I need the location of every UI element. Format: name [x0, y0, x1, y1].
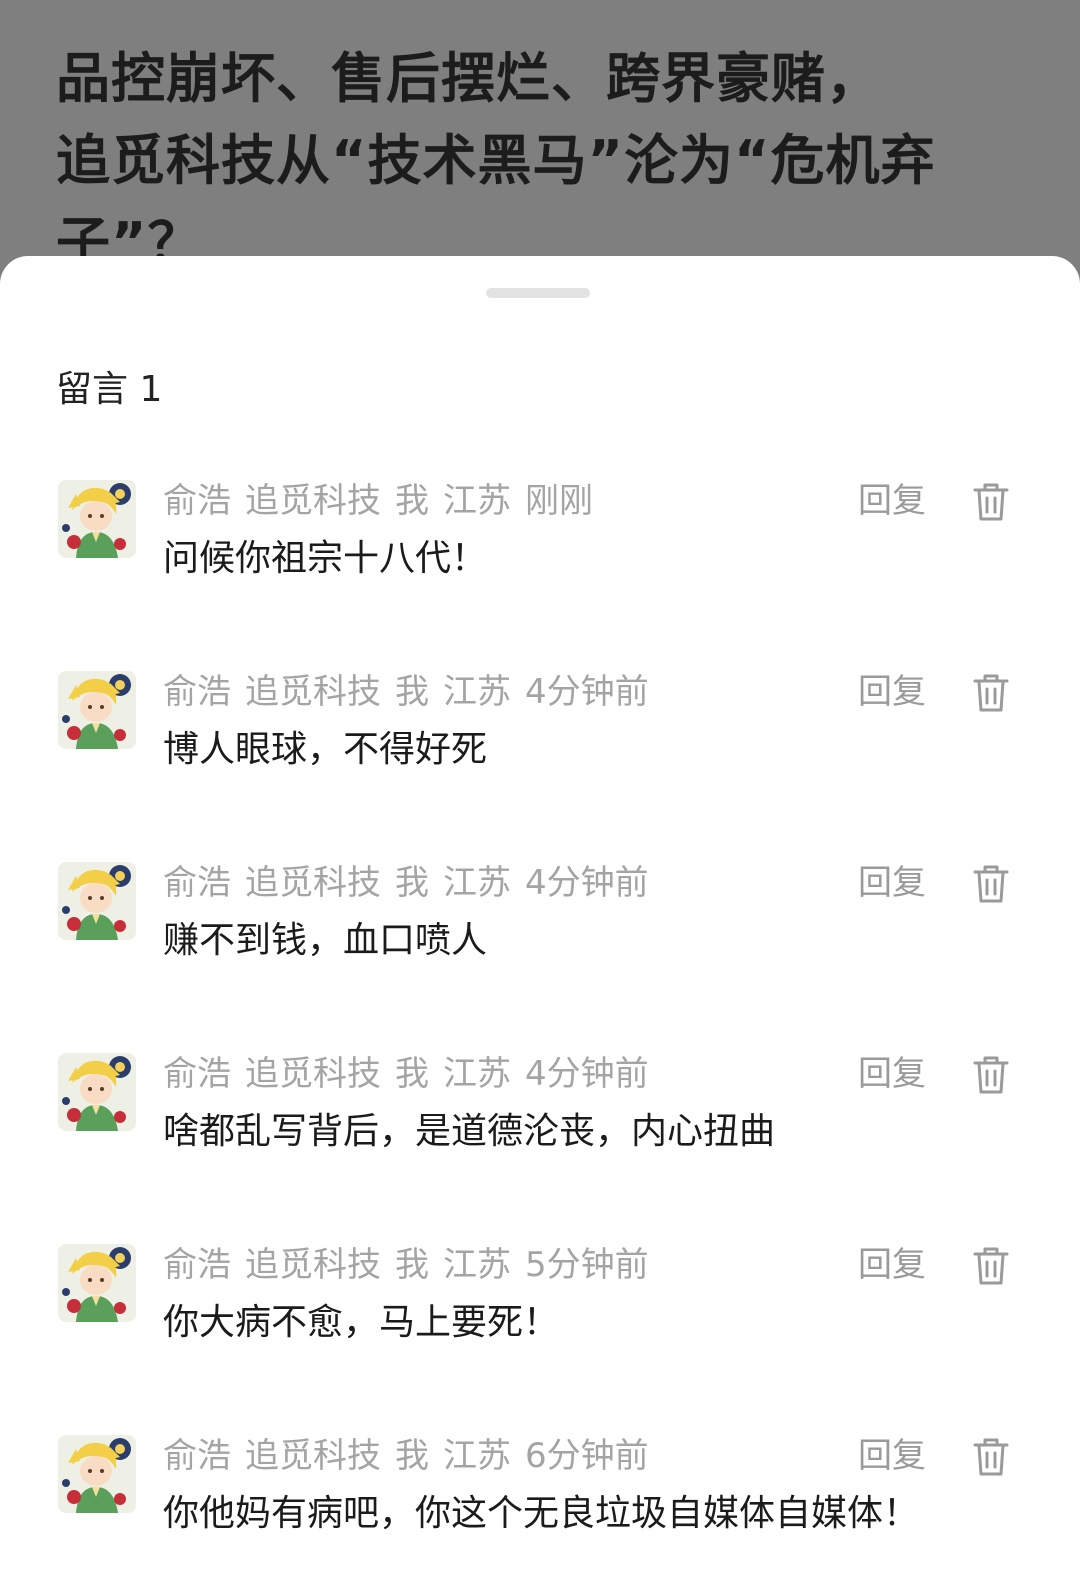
article-title-line: 追觅科技从“技术黑马”沦为“危机弃 [56, 129, 936, 192]
comment-account: 追觅科技 [245, 1245, 381, 1285]
comment-author[interactable]: 俞浩 [163, 672, 231, 712]
comment-item: 俞浩 追觅科技我江苏 6分钟前 你他妈有病吧，你这个无良垃圾自媒体自媒体！ 回复 [0, 1431, 1080, 1581]
comment-self-tag: 我 [395, 1245, 429, 1285]
comment-time: 4分钟前 [525, 863, 649, 903]
comment-author[interactable]: 俞浩 [163, 1054, 231, 1094]
avatar[interactable] [58, 671, 136, 749]
trash-icon [973, 865, 1009, 903]
comment-meta: 俞浩 追觅科技我江苏 4分钟前 [163, 667, 663, 717]
avatar[interactable] [58, 480, 136, 558]
comment-meta: 俞浩 追觅科技我江苏 6分钟前 [163, 1431, 663, 1481]
comment-account: 追觅科技 [245, 863, 381, 903]
comment-text: 啥都乱写背后，是道德沦丧，内心扭曲 [163, 1111, 776, 1152]
comment-account: 追觅科技 [245, 672, 381, 712]
comment-account: 追觅科技 [245, 1436, 381, 1476]
comment-text: 赚不到钱，血口喷人 [163, 920, 488, 961]
reply-button[interactable]: 回复 [858, 858, 926, 908]
delete-button[interactable] [972, 1055, 1010, 1095]
avatar[interactable] [58, 1053, 136, 1131]
comment-meta: 俞浩 追觅科技我江苏 4分钟前 [163, 858, 663, 908]
comment-item: 俞浩 追觅科技我江苏 4分钟前 博人眼球，不得好死 回复 [0, 667, 1080, 817]
delete-button[interactable] [972, 1437, 1010, 1477]
reply-button[interactable]: 回复 [858, 476, 926, 526]
comment-item: 俞浩 追觅科技我江苏 刚刚 问候你祖宗十八代！ 回复 [0, 476, 1080, 626]
avatar[interactable] [58, 1244, 136, 1322]
comment-author[interactable]: 俞浩 [163, 1436, 231, 1476]
cartoon-boy-avatar-icon [58, 671, 136, 749]
reply-button[interactable]: 回复 [858, 1240, 926, 1290]
comment-account: 追觅科技 [245, 481, 381, 521]
comment-meta: 俞浩 追觅科技我江苏 5分钟前 [163, 1240, 663, 1290]
comment-location: 江苏 [443, 1054, 511, 1094]
comment-account: 追觅科技 [245, 1054, 381, 1094]
comment-time: 5分钟前 [525, 1245, 649, 1285]
trash-icon [973, 1056, 1009, 1094]
trash-icon [973, 483, 1009, 521]
trash-icon [973, 674, 1009, 712]
trash-icon [973, 1438, 1009, 1476]
comment-text: 博人眼球，不得好死 [163, 729, 488, 770]
delete-button[interactable] [972, 1246, 1010, 1286]
comment-self-tag: 我 [395, 1054, 429, 1094]
article-title: 品控崩坏、售后摆烂、跨界豪赌， 追觅科技从“技术黑马”沦为“危机弃 子”？ [56, 38, 1036, 284]
comment-time: 4分钟前 [525, 672, 649, 712]
comments-count-title: 留言 1 [56, 369, 163, 410]
comment-location: 江苏 [443, 863, 511, 903]
cartoon-boy-avatar-icon [58, 480, 136, 558]
delete-button[interactable] [972, 482, 1010, 522]
delete-button[interactable] [972, 864, 1010, 904]
comment-time: 4分钟前 [525, 1054, 649, 1094]
avatar[interactable] [58, 1435, 136, 1513]
comment-location: 江苏 [443, 481, 511, 521]
comment-meta: 俞浩 追觅科技我江苏 刚刚 [163, 476, 607, 526]
delete-button[interactable] [972, 673, 1010, 713]
comment-meta: 俞浩 追觅科技我江苏 4分钟前 [163, 1049, 663, 1099]
comment-location: 江苏 [443, 672, 511, 712]
article-title-line: 品控崩坏、售后摆烂、跨界豪赌， [56, 47, 881, 110]
comment-text: 问候你祖宗十八代！ [163, 538, 488, 579]
comment-self-tag: 我 [395, 863, 429, 903]
comment-text: 你大病不愈，马上要死！ [163, 1302, 560, 1343]
cartoon-boy-avatar-icon [58, 1435, 136, 1513]
comment-location: 江苏 [443, 1436, 511, 1476]
comment-self-tag: 我 [395, 672, 429, 712]
comment-author[interactable]: 俞浩 [163, 481, 231, 521]
comment-item: 俞浩 追觅科技我江苏 4分钟前 赚不到钱，血口喷人 回复 [0, 858, 1080, 1008]
comment-time: 刚刚 [525, 481, 593, 521]
comment-author[interactable]: 俞浩 [163, 863, 231, 903]
reply-button[interactable]: 回复 [858, 1049, 926, 1099]
comments-sheet: 留言 1 俞浩 追觅科技我江苏 刚刚 问候你祖宗十八代！ 回复 俞浩 追觅科技 … [0, 256, 1080, 1596]
comment-time: 6分钟前 [525, 1436, 649, 1476]
comment-item: 俞浩 追觅科技我江苏 4分钟前 啥都乱写背后，是道德沦丧，内心扭曲 回复 [0, 1049, 1080, 1199]
comment-text: 你他妈有病吧，你这个无良垃圾自媒体自媒体！ [163, 1493, 920, 1534]
reply-button[interactable]: 回复 [858, 1431, 926, 1481]
comment-location: 江苏 [443, 1245, 511, 1285]
cartoon-boy-avatar-icon [58, 862, 136, 940]
comment-self-tag: 我 [395, 1436, 429, 1476]
trash-icon [973, 1247, 1009, 1285]
drag-handle[interactable] [486, 288, 590, 298]
reply-button[interactable]: 回复 [858, 667, 926, 717]
avatar[interactable] [58, 862, 136, 940]
cartoon-boy-avatar-icon [58, 1244, 136, 1322]
comment-self-tag: 我 [395, 481, 429, 521]
cartoon-boy-avatar-icon [58, 1053, 136, 1131]
comment-item: 俞浩 追觅科技我江苏 5分钟前 你大病不愈，马上要死！ 回复 [0, 1240, 1080, 1390]
comment-author[interactable]: 俞浩 [163, 1245, 231, 1285]
